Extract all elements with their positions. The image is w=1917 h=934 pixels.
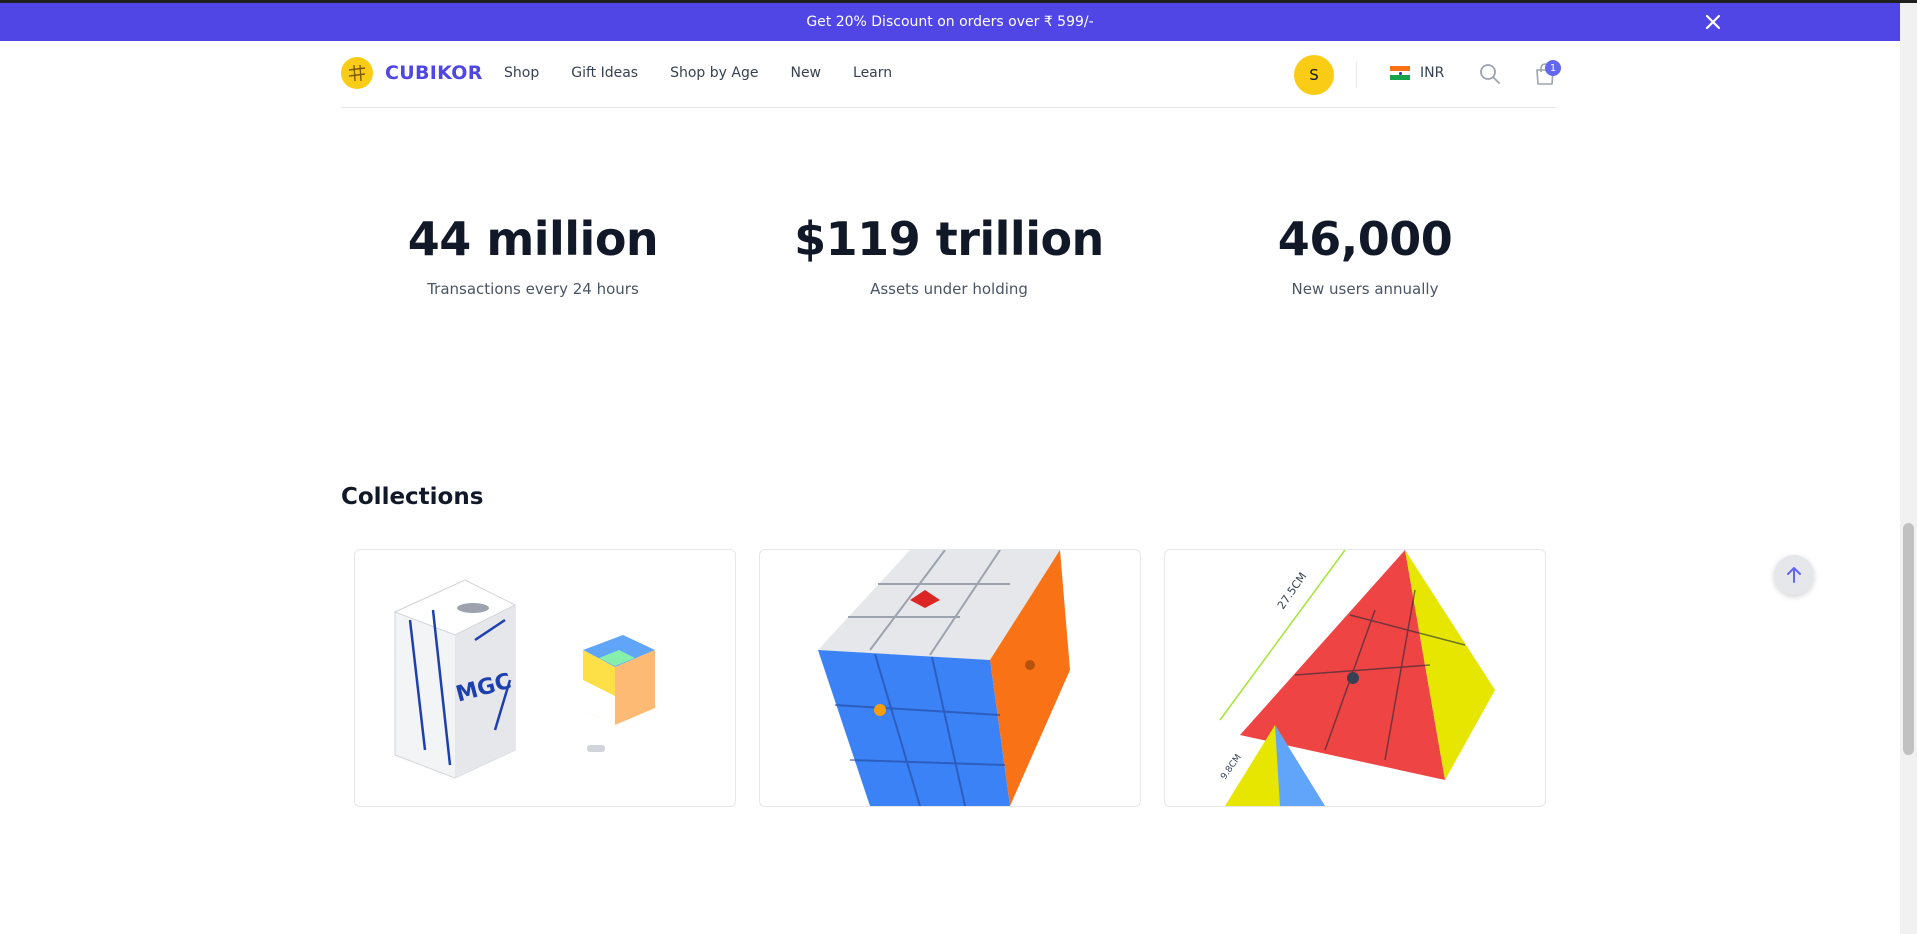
stat-assets: $119 trillion Assets under holding bbox=[739, 210, 1159, 298]
promo-text: Get 20% Discount on orders over ₹ 599/- bbox=[806, 14, 1094, 30]
stat-value: 46,000 bbox=[1277, 212, 1453, 266]
stat-label: Transactions every 24 hours bbox=[427, 280, 639, 298]
nav-item-shop-by-age[interactable]: Shop by Age bbox=[670, 65, 758, 81]
site-header: CUBIKOR Shop Gift Ideas Shop by Age New … bbox=[341, 41, 1561, 108]
currency-code: INR bbox=[1420, 65, 1445, 81]
stat-transactions: 44 million Transactions every 24 hours bbox=[323, 210, 743, 298]
page-scrollbar[interactable] bbox=[1900, 3, 1917, 934]
nav-item-gift-ideas[interactable]: Gift Ideas bbox=[571, 65, 638, 81]
3x3-speed-cube-icon bbox=[818, 550, 1070, 806]
nav-item-learn[interactable]: Learn bbox=[853, 65, 892, 81]
stat-new-users: 46,000 New users annually bbox=[1155, 210, 1575, 298]
promo-banner: Get 20% Discount on orders over ₹ 599/- bbox=[0, 3, 1900, 41]
cube-logo-icon bbox=[341, 57, 373, 89]
stat-value: 44 million bbox=[407, 212, 659, 266]
india-flag-icon bbox=[1390, 66, 1410, 81]
stat-label: New users annually bbox=[1291, 280, 1439, 298]
user-avatar[interactable]: S bbox=[1294, 55, 1334, 95]
pyraminx-puzzle-icon: 27.5CM 9.8CM bbox=[1219, 550, 1495, 806]
svg-text:9.8CM: 9.8CM bbox=[1219, 753, 1243, 782]
search-icon[interactable] bbox=[1479, 63, 1501, 85]
main-nav: Shop Gift Ideas Shop by Age New Learn bbox=[504, 65, 892, 81]
nav-item-shop[interactable]: Shop bbox=[504, 65, 539, 81]
stat-label: Assets under holding bbox=[870, 280, 1028, 298]
collection-card-3x3[interactable] bbox=[759, 549, 1141, 807]
cart-count-badge: 1 bbox=[1545, 60, 1561, 76]
brand-logo[interactable]: CUBIKOR bbox=[341, 57, 483, 89]
arrow-up-icon bbox=[1787, 567, 1801, 583]
nav-item-new[interactable]: New bbox=[790, 65, 821, 81]
back-to-top-button[interactable] bbox=[1774, 555, 1814, 595]
currency-selector[interactable]: INR bbox=[1390, 65, 1444, 81]
collection-card-2x2[interactable]: MGC bbox=[354, 549, 736, 807]
scrollbar-thumb[interactable] bbox=[1903, 523, 1914, 755]
stat-value: $119 trillion bbox=[794, 212, 1104, 266]
close-icon[interactable] bbox=[1704, 13, 1722, 31]
collection-card-pyraminx[interactable]: 27.5CM 9.8CM bbox=[1164, 549, 1546, 807]
collections-heading: Collections bbox=[341, 484, 484, 510]
header-divider bbox=[1356, 62, 1357, 88]
mgc-2x2-cube-icon: MGC bbox=[393, 579, 655, 779]
brand-name: CUBIKOR bbox=[385, 62, 483, 84]
